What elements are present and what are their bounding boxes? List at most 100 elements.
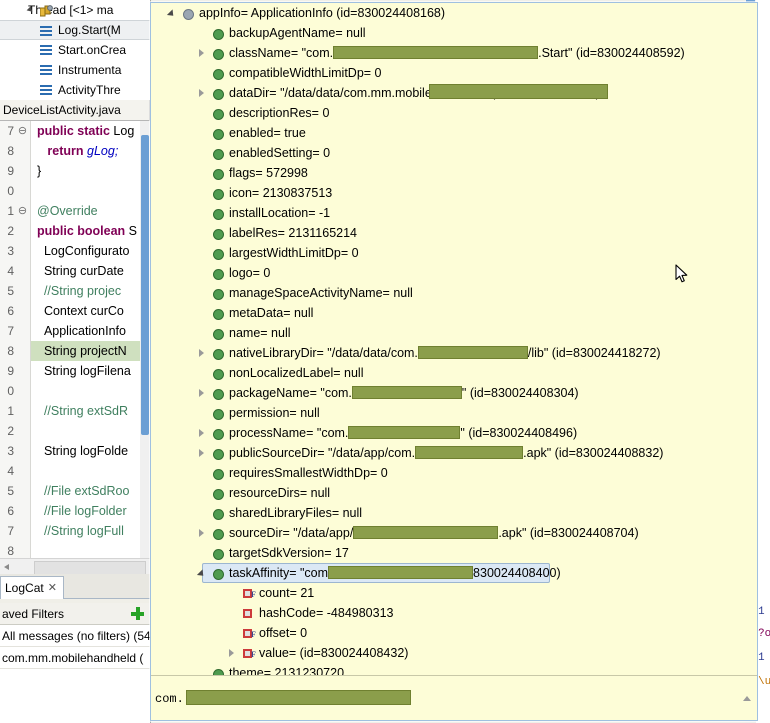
variable-tree-row[interactable]: enabled= true [151,123,757,143]
variable-tree-row[interactable]: nativeLibraryDir= "/data/data/com. /lib" … [151,343,757,363]
variable-tree-row[interactable]: backupAgentName= null [151,23,757,43]
variable-tree-row[interactable]: sourceDir= "/data/app/ .apk" (id=83002440… [151,523,757,543]
debug-frame-row[interactable]: Log.Start(M [0,20,150,40]
variable-tree-row[interactable]: resourceDirs= null [151,483,757,503]
variable-tree[interactable]: appInfo= ApplicationInfo (id=83002440816… [151,3,757,675]
code-line[interactable]: return gLog; [31,141,140,161]
variable-tree-row[interactable]: requiresSmallestWidthDp= 0 [151,463,757,483]
variable-tree-row[interactable]: taskAffinity= "com 830024408400) [151,563,757,583]
editor-vertical-scrollbar[interactable] [140,121,150,558]
scroll-left-arrow-icon[interactable] [4,564,9,570]
code-line[interactable] [31,381,140,401]
field-variable-icon [213,209,224,220]
expand-arrow-icon[interactable] [199,89,204,97]
variable-tree-row[interactable]: name= null [151,323,757,343]
logcat-filter-row[interactable]: com.mm.mobilehandheld ( [0,647,150,669]
variable-tree-row[interactable]: descriptionRes= 0 [151,103,757,123]
variable-name-value: count= 21 [259,586,315,600]
variable-row-label: nativeLibraryDir= "/data/data/com. /lib" … [229,343,661,363]
code-line[interactable] [31,541,140,558]
popup-detail-pane[interactable]: com. [151,676,757,720]
expand-arrow-icon[interactable] [199,429,204,437]
variable-tree-row[interactable]: installLocation= -1 [151,203,757,223]
editor-gutter[interactable]: 7 ⊖ 8 9 0 1 ⊖ 2 3 4 5 6 7 8 9 0 1 2 3 4 5 6 7 8 [0,121,31,558]
code-line[interactable]: String logFilena [31,361,140,381]
variable-tree-row[interactable]: nonLocalizedLabel= null [151,363,757,383]
code-line[interactable]: String curDate [31,261,140,281]
variable-tree-row[interactable]: publicSourceDir= "/data/app/com. .apk" (i… [151,443,757,463]
variable-tree-row[interactable]: metaData= null [151,303,757,323]
code-line[interactable]: //String extSdR [31,401,140,421]
variable-tree-row[interactable]: hashCode= -484980313 [151,603,757,623]
editor-tab-devicelistactivity[interactable]: DeviceListActivity.java [0,100,150,121]
code-line[interactable]: //File extSdRoo [31,481,140,501]
variable-tree-row[interactable]: icon= 2130837513 [151,183,757,203]
variable-tree-row[interactable]: Fcount= 21 [151,583,757,603]
variable-tree-row[interactable]: logo= 0 [151,263,757,283]
code-editor[interactable]: 7 ⊖ 8 9 0 1 ⊖ 2 3 4 5 6 7 8 9 0 1 2 3 4 5 6 7 8 public static L… [0,121,151,558]
debug-frame-row[interactable]: ActivityThre [0,80,150,100]
fold-toggle-icon[interactable]: ⊖ [17,121,28,141]
expand-arrow-icon[interactable] [199,349,204,357]
expand-arrow-icon[interactable] [199,389,204,397]
variable-tree-row[interactable]: sharedLibraryFiles= null [151,503,757,523]
logcat-filter-row[interactable]: All messages (no filters) (540 [0,625,150,647]
expand-arrow-icon[interactable] [199,529,204,537]
debug-frame-row[interactable]: Start.onCrea [0,40,150,60]
debug-frame-row[interactable]: Instrumenta [0,60,150,80]
code-line[interactable] [31,181,140,201]
fold-toggle-icon[interactable]: ⊖ [17,201,28,221]
plus-icon[interactable] [131,607,144,620]
variable-tree-row[interactable]: packageName= "com. " (id=830024408304) [151,383,757,403]
debug-stack-panel[interactable]: Thread [<1> ma Log.Start(M Start.onCrea In… [0,0,151,101]
code-line[interactable]: String projectN [31,341,140,361]
variable-tree-row[interactable]: labelRes= 2131165214 [151,223,757,243]
code-line[interactable]: //String logFull [31,521,140,541]
code-line[interactable] [31,421,140,441]
code-line[interactable]: //File logFolder [31,501,140,521]
code-line[interactable]: String logFolde [31,441,140,461]
variable-tree-row[interactable]: Foffset= 0 [151,623,757,643]
variable-tree-row[interactable]: compatibleWidthLimitDp= 0 [151,63,757,83]
editor-horizontal-scrollbar[interactable] [0,558,151,575]
close-icon[interactable]: ✕ [48,577,57,599]
code-line[interactable]: LogConfigurato [31,241,140,261]
collapse-arrow-icon[interactable] [166,9,177,19]
variable-tree-row[interactable]: dataDir= "/data/data/com.mm.mobilehandhe… [151,83,757,103]
variable-tree-row[interactable]: targetSdkVersion= 17 [151,543,757,563]
logcat-filter-list[interactable]: All messages (no filters) (540 com.mm.mob… [0,625,150,723]
editor-code-area[interactable]: public static Log return gLog;} @Override… [31,121,140,558]
variable-row-label: appInfo= ApplicationInfo (id=83002440816… [199,3,445,23]
variable-tree-row[interactable]: flags= 572998 [151,163,757,183]
variable-tree-row[interactable]: largestWidthLimitDp= 0 [151,243,757,263]
code-line[interactable]: ApplicationInfo [31,321,140,341]
code-line[interactable]: Context curCo [31,301,140,321]
logcat-panel[interactable]: LogCat ✕ aved Filters All messages (no fi… [0,574,151,723]
code-line[interactable]: public boolean S [31,221,140,241]
editor-hscroll-thumb[interactable] [34,561,146,575]
variable-tree-row[interactable]: permission= null [151,403,757,423]
expand-arrow-icon[interactable] [199,49,204,57]
code-line[interactable]: public static Log [31,121,140,141]
variable-name-value: taskAffinity= "com [229,566,329,580]
variable-tree-row[interactable]: appInfo= ApplicationInfo (id=83002440816… [151,3,757,23]
variable-name-value: hashCode= -484980313 [259,606,394,620]
field-variable-icon [213,449,224,460]
variable-tree-row[interactable]: manageSpaceActivityName= null [151,283,757,303]
expand-arrow-icon[interactable] [199,449,204,457]
code-line[interactable]: } [31,161,140,181]
code-line[interactable]: @Override [31,201,140,221]
variable-tree-row[interactable]: className= "com. .Start" (id=830024408592… [151,43,757,63]
variable-tree-row[interactable]: theme= 2131230720 [151,663,757,675]
detail-scroll-up-arrow-icon[interactable] [743,696,751,701]
variable-tree-row[interactable]: Fvalue= (id=830024408432) [151,643,757,663]
code-line[interactable] [31,461,140,481]
variable-tree-row[interactable]: enabledSetting= 0 [151,143,757,163]
code-line[interactable]: //String projec [31,281,140,301]
tab-logcat[interactable]: LogCat ✕ [0,576,64,599]
expand-arrow-icon[interactable] [229,649,234,657]
variable-detail-popup[interactable]: appInfo= ApplicationInfo (id=83002440816… [150,2,758,721]
debug-thread-row[interactable]: Thread [<1> ma [0,0,150,20]
editor-vscroll-thumb[interactable] [141,135,149,435]
variable-tree-row[interactable]: processName= "com. " (id=830024408496) [151,423,757,443]
